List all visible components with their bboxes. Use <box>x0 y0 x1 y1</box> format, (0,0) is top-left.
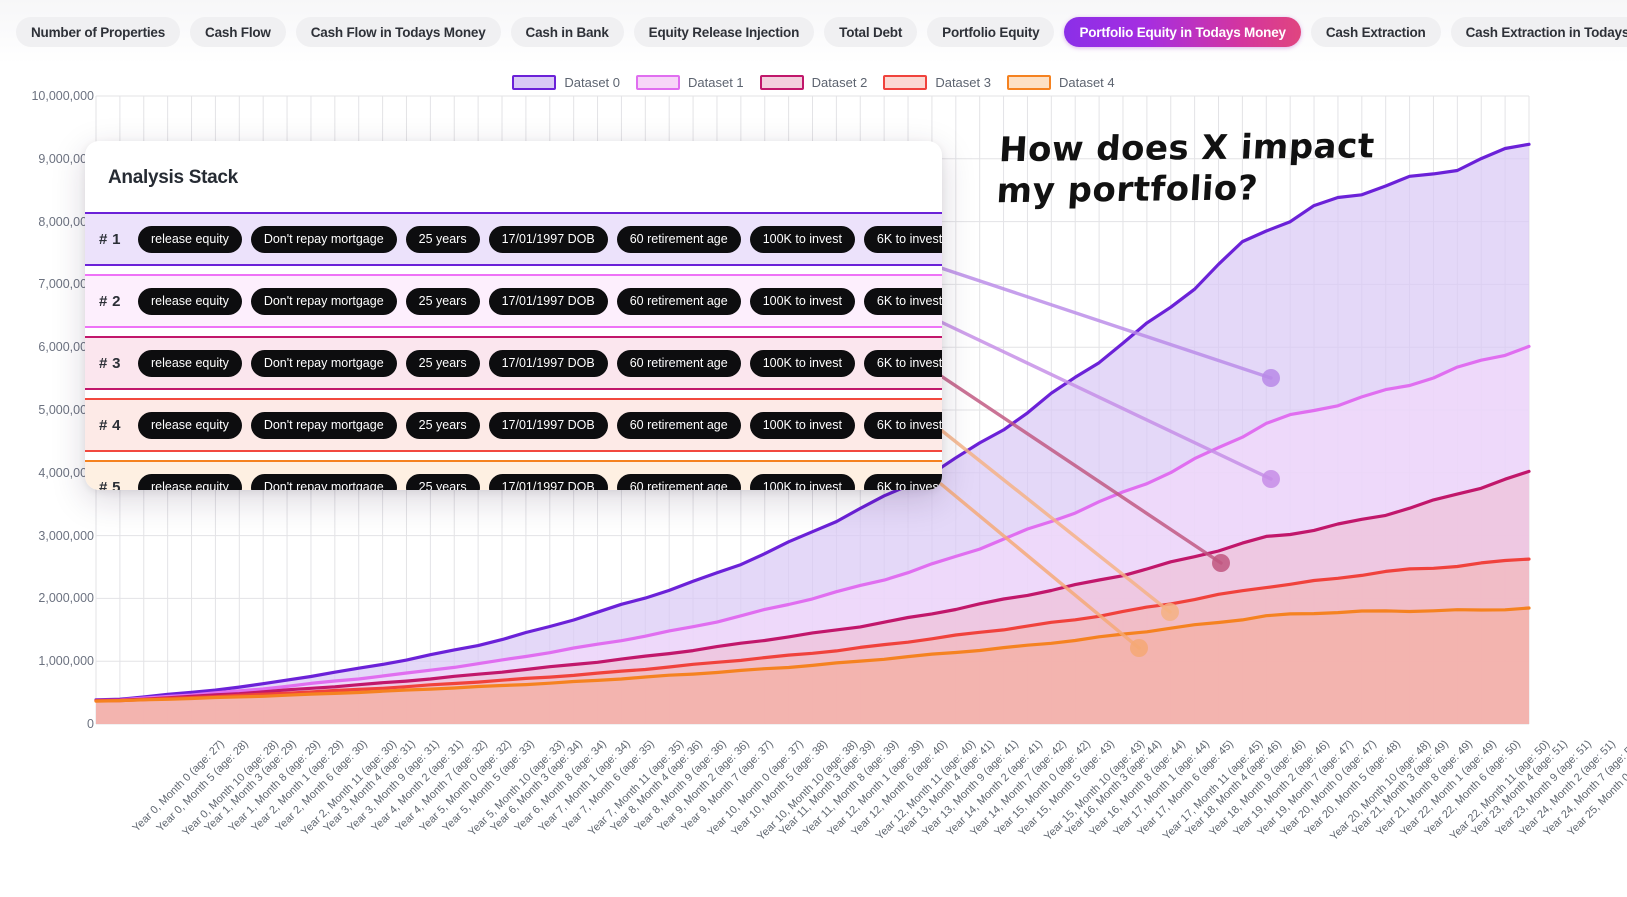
row-index-label: # 5 <box>99 478 121 491</box>
legend-swatch-icon <box>636 74 681 90</box>
analysis-stack-row[interactable]: # 3 release equity Don't repay mortgage 25 … <box>85 336 942 390</box>
parameter-chip[interactable]: release equity <box>138 287 242 315</box>
series-marker-2[interactable] <box>1212 554 1230 572</box>
analysis-dashboard: Number of Properties Cash Flow Cash Flow i… <box>0 0 1627 897</box>
analysis-stack-row[interactable]: # 4 release equity Don't repay mortgage 25 … <box>85 398 942 452</box>
row-index-label: # 4 <box>99 416 121 434</box>
parameter-chip[interactable]: Don't repay mortgage <box>250 225 397 253</box>
legend-label: Dataset 3 <box>935 74 991 90</box>
parameter-chip[interactable]: 100K to invest <box>749 287 855 315</box>
series-marker-4[interactable] <box>1130 639 1148 657</box>
parameter-chip[interactable]: 25 years <box>405 411 480 439</box>
parameter-chip[interactable]: 17/01/1997 DOB <box>488 473 608 490</box>
tab-total-debt[interactable]: Total Debt <box>824 17 918 47</box>
tab-cash-flow-in-todays-money[interactable]: Cash Flow in Todays Money <box>295 17 501 47</box>
tab-cash-in-bank[interactable]: Cash in Bank <box>510 17 624 47</box>
parameter-chip[interactable]: Don't repay mortgage <box>250 473 397 490</box>
y-axis-tick-label: 4,000,000 <box>38 465 94 480</box>
tab-equity-release-injection[interactable]: Equity Release Injection <box>633 17 815 47</box>
legend-swatch-icon <box>883 74 928 90</box>
parameter-chip[interactable]: 6K to invest per year <box>863 225 942 253</box>
handwritten-annotation: How does X impact my portfolio? <box>995 126 1420 213</box>
legend-item-2[interactable]: Dataset 2 <box>759 74 868 90</box>
parameter-chip[interactable]: 100K to invest <box>749 349 855 377</box>
parameter-chip[interactable]: release equity <box>138 225 242 253</box>
parameter-chip[interactable]: 17/01/1997 DOB <box>488 411 608 439</box>
tab-cash-flow[interactable]: Cash Flow <box>190 17 286 47</box>
legend-label: Dataset 0 <box>564 74 621 90</box>
series-marker-3[interactable] <box>1161 603 1179 621</box>
parameter-chip[interactable]: 60 retirement age <box>616 473 741 490</box>
parameter-chip[interactable]: 17/01/1997 DOB <box>488 225 608 253</box>
row-index-label: # 1 <box>99 230 121 248</box>
legend-label: Dataset 1 <box>688 74 744 90</box>
row-index-label: # 3 <box>99 354 121 372</box>
legend-label: Dataset 2 <box>811 74 868 90</box>
parameter-chip[interactable]: 6K to invest per year <box>863 473 942 490</box>
tab-portfolio-equity-in-todays-money[interactable]: Portfolio Equity in Todays Money <box>1064 17 1301 47</box>
parameter-chip[interactable]: 100K to invest <box>749 473 855 490</box>
analysis-stack-panel[interactable]: Analysis Stack # 1 release equity Don't re… <box>85 141 942 490</box>
parameter-chip[interactable]: 100K to invest <box>749 225 855 253</box>
annotation-line-2: my portfolio? <box>995 168 1260 212</box>
analysis-stack-row[interactable]: # 1 release equity Don't repay mortgage 25 … <box>85 212 942 266</box>
legend-item-0[interactable]: Dataset 0 <box>512 74 621 90</box>
y-axis-tick-label: 1,000,000 <box>38 654 94 669</box>
parameter-chip[interactable]: 25 years <box>405 225 480 253</box>
tab-portfolio-equity[interactable]: Portfolio Equity <box>927 17 1055 47</box>
parameter-chip[interactable]: 6K to invest per year <box>863 411 942 439</box>
analysis-stack-title: Analysis Stack <box>108 167 238 188</box>
parameter-chip[interactable]: release equity <box>138 349 242 377</box>
parameter-chip[interactable]: 25 years <box>405 473 480 490</box>
legend-label: Dataset 4 <box>1058 74 1115 90</box>
parameter-chip[interactable]: Don't repay mortgage <box>250 287 397 315</box>
parameter-chip[interactable]: 100K to invest <box>749 411 855 439</box>
parameter-chip[interactable]: 60 retirement age <box>616 225 741 253</box>
tab-cash-extraction-in-todays-money[interactable]: Cash Extraction in Todays Money <box>1450 17 1627 47</box>
y-axis-tick-label: 6,000,000 <box>38 340 94 355</box>
annotation-line-1: How does X impact <box>997 126 1376 171</box>
parameter-chip[interactable]: 60 retirement age <box>616 349 741 377</box>
parameter-chip[interactable]: 25 years <box>405 287 480 315</box>
y-axis-tick-label: 5,000,000 <box>38 403 94 417</box>
legend-swatch-icon <box>759 74 804 90</box>
analysis-stack-row[interactable]: # 5 release equity Don't repay mortgage 25 … <box>85 460 942 490</box>
parameter-chip[interactable]: release equity <box>138 411 242 439</box>
parameter-chip[interactable]: 60 retirement age <box>616 287 741 315</box>
y-axis-tick-label: 0 <box>87 717 94 731</box>
parameter-chip[interactable]: Don't repay mortgage <box>250 349 397 377</box>
tab-number-of-properties[interactable]: Number of Properties <box>16 17 181 47</box>
tab-cash-extraction[interactable]: Cash Extraction <box>1310 17 1441 47</box>
row-index-label: # 2 <box>99 292 121 310</box>
legend-item-3[interactable]: Dataset 3 <box>883 74 991 90</box>
parameter-chip[interactable]: 17/01/1997 DOB <box>488 287 608 315</box>
parameter-chip[interactable]: 6K to invest per year <box>863 287 942 315</box>
parameter-chip[interactable]: 25 years <box>405 349 480 377</box>
parameter-chip[interactable]: 6K to invest per year <box>863 349 942 377</box>
analysis-stack-row[interactable]: # 2 release equity Don't repay mortgage 25 … <box>85 274 942 328</box>
legend-item-1[interactable]: Dataset 1 <box>636 74 744 90</box>
y-axis-tick-label: 2,000,000 <box>38 591 94 606</box>
parameter-chip[interactable]: 17/01/1997 DOB <box>488 349 608 377</box>
metric-tab-bar: Number of Properties Cash Flow Cash Flow i… <box>0 0 1627 64</box>
parameter-chip[interactable]: release equity <box>138 473 242 490</box>
series-marker-1[interactable] <box>1262 470 1280 488</box>
legend-item-4[interactable]: Dataset 4 <box>1006 74 1115 90</box>
legend-swatch-icon <box>512 74 557 90</box>
y-axis-tick-label: 3,000,000 <box>38 528 94 543</box>
legend-swatch-icon <box>1006 74 1051 90</box>
parameter-chip[interactable]: 60 retirement age <box>616 411 741 439</box>
parameter-chip[interactable]: Don't repay mortgage <box>250 411 397 439</box>
analysis-stack-rows: # 1 release equity Don't repay mortgage 25 … <box>85 212 942 490</box>
series-marker-0[interactable] <box>1262 369 1280 387</box>
